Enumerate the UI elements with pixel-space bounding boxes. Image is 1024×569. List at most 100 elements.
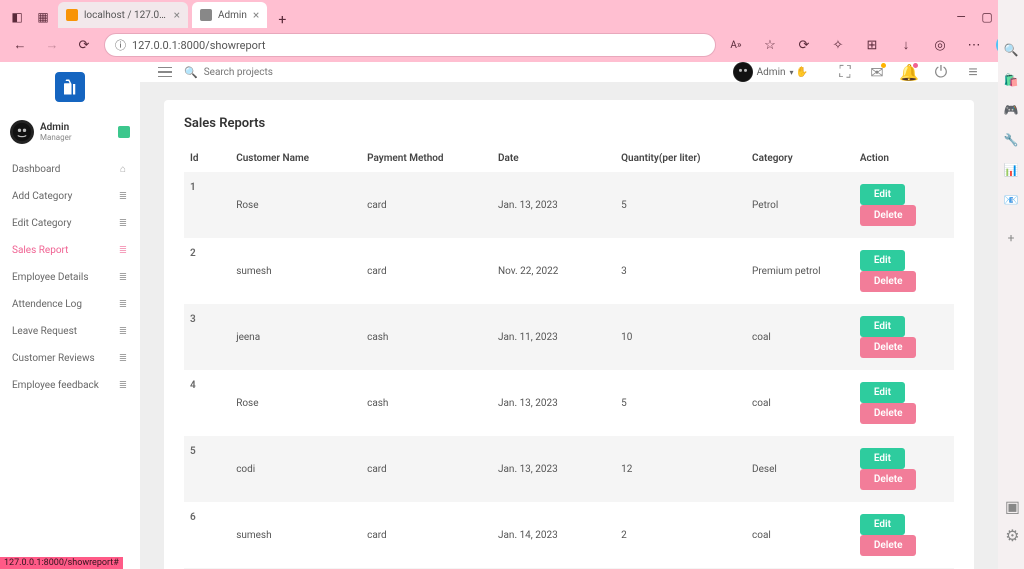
ext-icon[interactable]: ◎ xyxy=(928,33,952,57)
list-icon: ≣ xyxy=(118,326,128,337)
avatar xyxy=(733,62,753,82)
favicon-icon xyxy=(200,9,212,21)
outlook-icon[interactable]: 📧 xyxy=(1003,192,1019,208)
cell-actions: EditDelete xyxy=(854,436,954,502)
tab-actions-icon[interactable]: ▦ xyxy=(32,6,54,28)
edit-button[interactable]: Edit xyxy=(860,448,905,469)
favorite-icon[interactable]: ☆ xyxy=(758,33,782,57)
sync-icon[interactable]: ⟳ xyxy=(792,33,816,57)
sidebar-item-employee-details[interactable]: Employee Details≣ xyxy=(0,264,140,291)
power-icon[interactable]: ⏻ xyxy=(934,65,948,79)
table-row: 2sumeshcardNov. 22, 20223Premium petrolE… xyxy=(184,238,954,304)
collections-icon[interactable]: ✧ xyxy=(826,33,850,57)
menu-toggle-icon[interactable] xyxy=(158,67,172,78)
games-icon[interactable]: 🎮 xyxy=(1003,102,1019,118)
edit-sidebar-icon[interactable]: ▣ xyxy=(1005,497,1020,516)
close-icon[interactable]: × xyxy=(174,8,180,22)
new-tab-button[interactable]: + xyxy=(271,12,293,28)
cell-id: 3 xyxy=(184,304,230,370)
sidebar-item-attendence-log[interactable]: Attendence Log ≣ xyxy=(0,291,140,318)
office-icon[interactable]: 📊 xyxy=(1003,162,1019,178)
delete-button[interactable]: Delete xyxy=(860,535,917,556)
browser-chrome: ◧ ▦ localhost / 127.0.0.1 | phpMyAd × Ad… xyxy=(0,0,1024,62)
col-payment-method: Payment Method xyxy=(361,145,492,172)
extensions-icon[interactable]: ⊞ xyxy=(860,33,884,57)
url-field[interactable]: ⓘ 127.0.0.1:8000/showreport xyxy=(104,33,716,57)
sidebar-item-add-category[interactable]: Add Category≣ xyxy=(0,183,140,210)
cell-customer: Rose xyxy=(230,172,361,238)
edit-button[interactable]: Edit xyxy=(860,382,905,403)
downloads-icon[interactable]: ↓ xyxy=(894,33,918,57)
cell-customer: sumesh xyxy=(230,502,361,568)
sidebar-item-employee-feedback[interactable]: Employee feedback ≣ xyxy=(0,372,140,399)
cell-id: 1 xyxy=(184,172,230,238)
settings-slider-icon[interactable]: ≡ xyxy=(966,65,980,79)
app-viewport: Admin Manager Dashboard⌂Add Category≣Edi… xyxy=(0,62,998,569)
delete-button[interactable]: Delete xyxy=(860,337,917,358)
read-aloud-icon[interactable]: A» xyxy=(724,33,748,57)
topbar: 🔍 Admin ▾ ✋ ⛶ ✉ 🔔 ⏻ ≡ xyxy=(140,62,998,82)
workspaces-icon[interactable]: ◧ xyxy=(6,6,28,28)
delete-button[interactable]: Delete xyxy=(860,469,917,490)
cell-actions: EditDelete xyxy=(854,238,954,304)
forward-icon[interactable]: → xyxy=(40,33,64,57)
shopping-icon[interactable]: 🛍️ xyxy=(1003,72,1019,88)
table-row: 3jeenacashJan. 11, 202310coalEditDelete xyxy=(184,304,954,370)
edit-button[interactable]: Edit xyxy=(860,184,905,205)
sidebar-item-leave-request[interactable]: Leave Request≣ xyxy=(0,318,140,345)
list-icon: ≣ xyxy=(118,272,128,283)
tools-icon[interactable]: 🔧 xyxy=(1003,132,1019,148)
window-minimize-icon[interactable]: — xyxy=(950,6,972,28)
topbar-user-label: Admin xyxy=(757,67,786,78)
list-icon: ≣ xyxy=(118,218,128,229)
sidebar-item-edit-category[interactable]: Edit Category≣ xyxy=(0,210,140,237)
list-icon: ≣ xyxy=(118,191,128,202)
menu-icon[interactable]: ⋯ xyxy=(962,33,986,57)
sidebar-user[interactable]: Admin Manager xyxy=(0,114,140,156)
topbar-user-menu[interactable]: Admin ▾ ✋ xyxy=(733,62,808,82)
settings-sidebar-icon[interactable]: ⚙ xyxy=(1005,526,1019,545)
search-sidebar-icon[interactable]: 🔍 xyxy=(1003,42,1019,58)
cell-category: Petrol xyxy=(746,172,854,238)
status-text: 127.0.0.1:8000/showreport# xyxy=(4,558,119,568)
delete-button[interactable]: Delete xyxy=(860,205,917,226)
cell-method: card xyxy=(361,436,492,502)
edit-button[interactable]: Edit xyxy=(860,514,905,535)
window-maximize-icon[interactable]: ▢ xyxy=(976,6,998,28)
delete-button[interactable]: Delete xyxy=(860,403,917,424)
list-icon: ≣ xyxy=(118,299,128,310)
delete-button[interactable]: Delete xyxy=(860,271,917,292)
nav-label: Employee feedback xyxy=(12,380,99,391)
browser-tab[interactable]: localhost / 127.0.0.1 | phpMyAd × xyxy=(58,2,188,28)
col-date: Date xyxy=(492,145,615,172)
table-row: 6sumeshcardJan. 14, 20232coalEditDelete xyxy=(184,502,954,568)
sidebar-item-sales-report[interactable]: Sales Report≣ xyxy=(0,237,140,264)
avatar xyxy=(10,120,34,144)
tab-label: Admin xyxy=(218,10,247,21)
edit-button[interactable]: Edit xyxy=(860,316,905,337)
cell-category: Desel xyxy=(746,436,854,502)
edit-button[interactable]: Edit xyxy=(860,250,905,271)
edge-sidebar: 🔍 🛍️ 🎮 🔧 📊 📧 + xyxy=(998,0,1024,569)
fullscreen-icon[interactable]: ⛶ xyxy=(838,65,852,79)
url-text: 127.0.0.1:8000/showreport xyxy=(132,39,266,52)
more-icon[interactable]: + xyxy=(1003,230,1019,246)
sales-table: IdCustomer NamePayment MethodDateQuantit… xyxy=(184,145,954,569)
close-icon[interactable]: × xyxy=(253,8,259,22)
cell-category: Premium petrol xyxy=(746,238,854,304)
cell-customer: Rose xyxy=(230,370,361,436)
mail-icon[interactable]: ✉ xyxy=(870,65,884,79)
table-row: 4RosecashJan. 13, 20235coalEditDelete xyxy=(184,370,954,436)
sidebar-item-customer-reviews[interactable]: Customer Reviews≣ xyxy=(0,345,140,372)
browser-tab-active[interactable]: Admin × xyxy=(192,2,267,28)
list-icon: ≣ xyxy=(118,380,128,391)
app-logo[interactable] xyxy=(55,72,85,102)
back-icon[interactable]: ← xyxy=(8,33,32,57)
reload-icon[interactable]: ⟳ xyxy=(72,33,96,57)
info-icon: ⓘ xyxy=(115,37,126,53)
search-input[interactable] xyxy=(204,67,364,78)
nav-label: Attendence Log xyxy=(12,299,82,310)
sidebar-item-dashboard[interactable]: Dashboard⌂ xyxy=(0,156,140,183)
address-bar: ← → ⟳ ⓘ 127.0.0.1:8000/showreport A» ☆ ⟳… xyxy=(0,28,1024,62)
bell-icon[interactable]: 🔔 xyxy=(902,65,916,79)
